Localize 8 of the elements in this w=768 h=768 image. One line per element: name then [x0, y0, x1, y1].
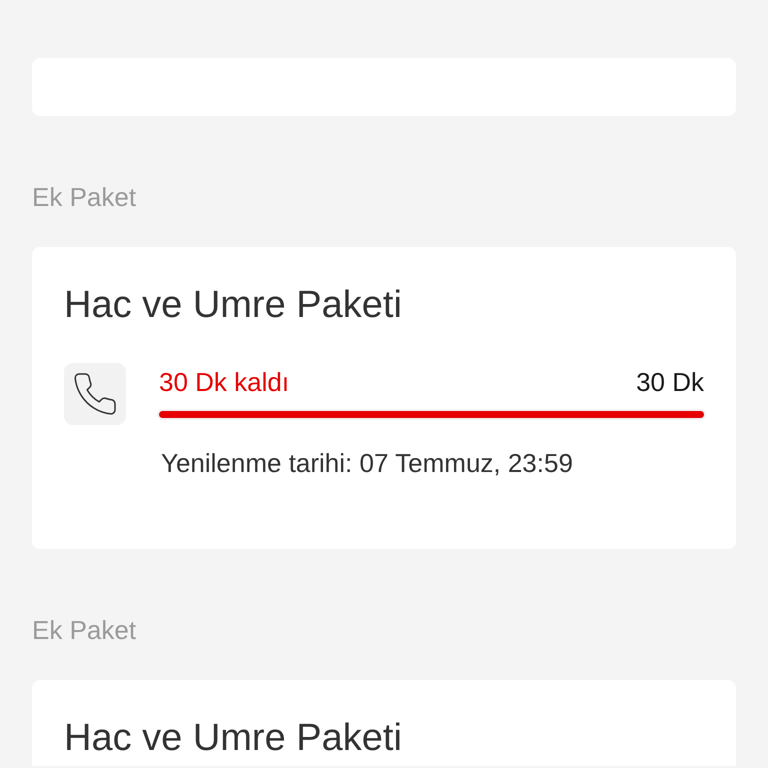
- total-amount: 30 Dk: [636, 367, 704, 397]
- phone-icon: [64, 363, 126, 425]
- renewal-date: Yenilenme tarihi: 07 Temmuz, 23:59: [160, 448, 574, 478]
- remaining-amount: 30 Dk kaldı: [159, 367, 290, 397]
- section-heading: Ek Paket: [32, 182, 136, 212]
- package-title: Hac ve Umre Paketi: [64, 285, 403, 325]
- section-heading: Ek Paket: [32, 615, 136, 645]
- package-title: Hac ve Umre Paketi: [64, 718, 403, 758]
